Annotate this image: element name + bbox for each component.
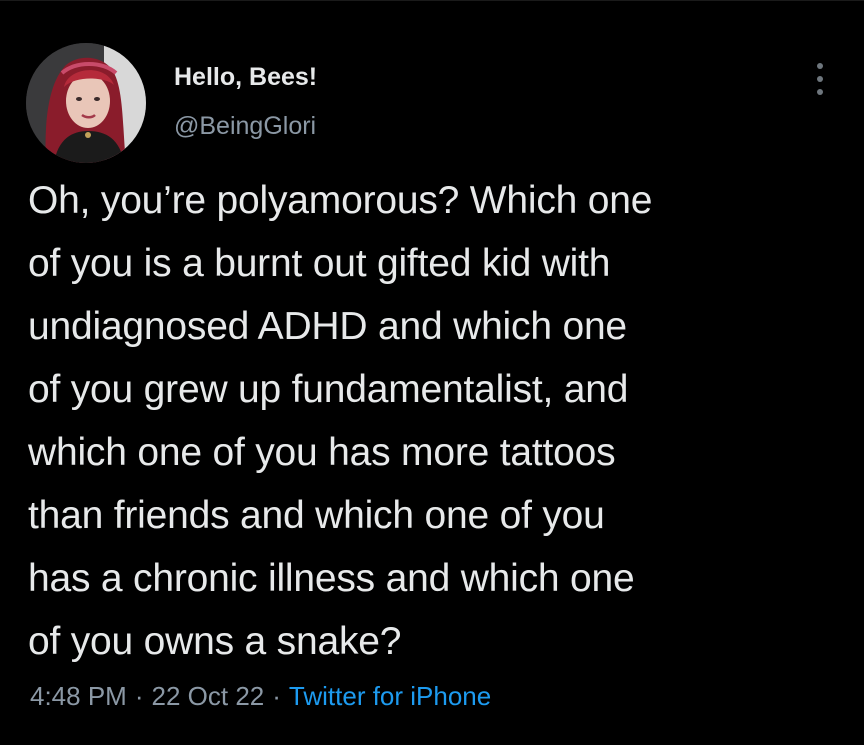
tweet-text-line: of you is a burnt out gifted kid with (28, 242, 611, 285)
tweet-text-line: undiagnosed ADHD and which one (28, 305, 627, 348)
tweet-text: Oh, you’re polyamorous? Which one of you… (28, 169, 848, 673)
tweet-time[interactable]: 4:48 PM (30, 681, 127, 711)
more-options-icon[interactable] (808, 59, 832, 99)
tweet-text-line: has a chronic illness and which one (28, 557, 635, 600)
tweet-source-link[interactable]: Twitter for iPhone (289, 681, 491, 711)
avatar-image (26, 43, 146, 163)
dot (817, 89, 823, 95)
tweet-text-line: which one of you has more tattoos (28, 431, 616, 474)
tweet-date[interactable]: 22 Oct 22 (152, 681, 265, 711)
dot (817, 63, 823, 69)
tweet-text-line: of you grew up fundamentalist, and (28, 368, 629, 411)
meta-separator: · (272, 681, 281, 711)
meta-separator: · (134, 681, 144, 711)
tweet-card: Hello, Bees! @BeingGlori Oh, you’re poly… (0, 0, 864, 745)
tweet-text-line: Oh, you’re polyamorous? Which one (28, 179, 653, 222)
display-name[interactable]: Hello, Bees! (174, 63, 317, 92)
user-handle[interactable]: @BeingGlori (174, 112, 316, 141)
tweet-meta: 4:48 PM · 22 Oct 22 · Twitter for iPhone (30, 681, 491, 712)
user-avatar[interactable] (26, 43, 146, 163)
tweet-text-line: than friends and which one of you (28, 494, 605, 537)
dot (817, 76, 823, 82)
tweet-text-line: of you owns a snake? (28, 620, 402, 663)
